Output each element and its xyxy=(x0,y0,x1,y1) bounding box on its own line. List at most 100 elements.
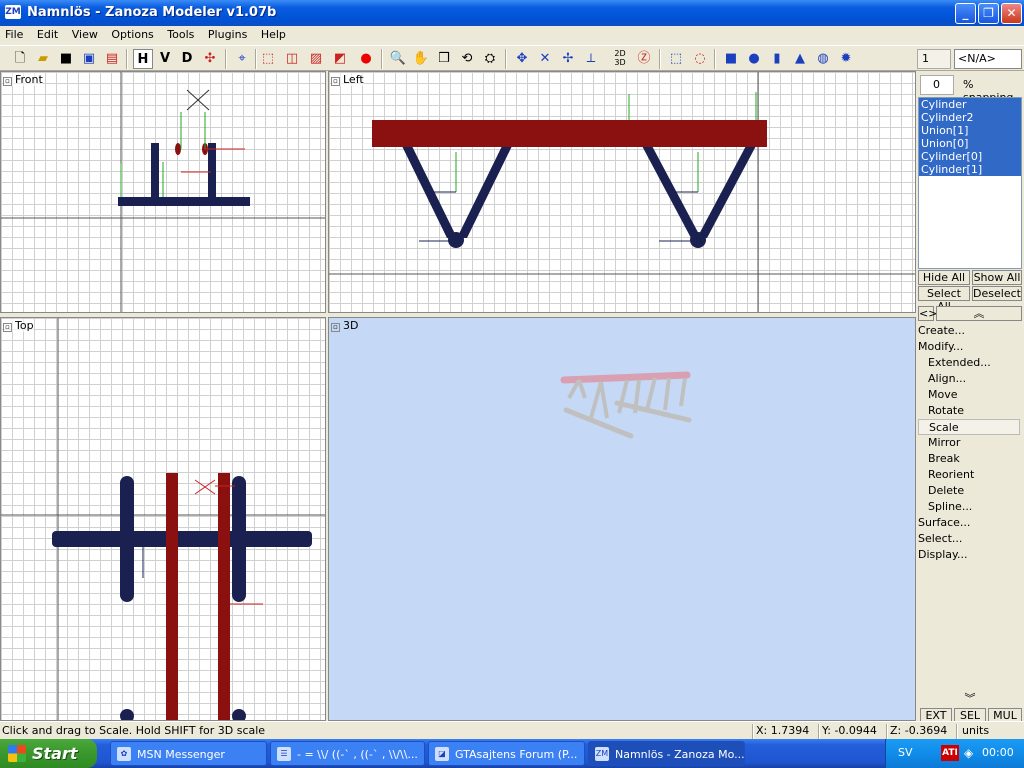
axis-icon[interactable]: ⟂ xyxy=(581,49,601,69)
ati-icon[interactable]: ATI xyxy=(941,745,959,761)
command-modify[interactable]: Modify... xyxy=(918,339,1020,355)
maximize-button[interactable]: ❐ xyxy=(978,3,999,24)
list-item[interactable]: Cylinder2 xyxy=(919,111,1021,124)
scroll-up-icon[interactable]: ︽ xyxy=(936,306,1022,321)
menu-plugins[interactable]: Plugins xyxy=(203,26,252,43)
cube-icon[interactable]: ❒ xyxy=(434,49,454,69)
list-item[interactable]: Cylinder[1] xyxy=(919,163,1021,176)
red-box-icon[interactable]: ◩ xyxy=(330,49,350,69)
2d-3d-icon[interactable]: 2D 3D xyxy=(610,49,630,69)
gear-prim-icon[interactable]: ✹ xyxy=(836,49,856,69)
viewport-left-label: ▫ Left xyxy=(331,73,364,86)
zoom-icon[interactable]: 🔍 xyxy=(388,49,408,69)
select-rect-icon[interactable]: ⬚ xyxy=(666,49,686,69)
cone-prim-icon[interactable]: ▲ xyxy=(790,49,810,69)
box-icon[interactable]: ◫ xyxy=(282,49,302,69)
select-all-button[interactable]: Select All xyxy=(918,286,970,313)
menu-options[interactable]: Options xyxy=(106,26,158,43)
export-icon[interactable]: ▤ xyxy=(102,49,122,69)
view-v-button[interactable]: V xyxy=(155,49,175,69)
cube-prim-icon[interactable]: ■ xyxy=(721,49,741,69)
command-extended[interactable]: Extended... xyxy=(918,355,1020,371)
pin-icon[interactable]: ▫ xyxy=(3,77,12,86)
right-panel: 0 % snapping Cylinder Cylinder2 Union[1]… xyxy=(916,71,1024,723)
taskbar-item-chat[interactable]: ☰ - = \\/ ((-` , ((-` , \\/\\... xyxy=(270,741,425,766)
viewport-left[interactable]: ▫ Left xyxy=(328,71,916,313)
taskbar-item-zanoza[interactable]: ZM Namnlös - Zanoza Mo... xyxy=(588,741,745,766)
new-file-icon[interactable]: 🗋 xyxy=(10,49,30,69)
command-scale[interactable]: Scale xyxy=(918,419,1020,435)
torus-prim-icon[interactable]: ◍ xyxy=(813,49,833,69)
deselect-button[interactable]: Deselect xyxy=(972,286,1022,301)
layer-name-field[interactable]: <N/A> xyxy=(954,49,1022,69)
sphere-icon[interactable]: ● xyxy=(356,49,376,69)
command-mirror[interactable]: Mirror xyxy=(918,435,1020,451)
minimize-button[interactable]: _ xyxy=(955,3,976,24)
command-reorient[interactable]: Reorient xyxy=(918,467,1020,483)
command-create[interactable]: Create... xyxy=(918,323,1020,339)
rotate-axis-icon[interactable]: ✢ xyxy=(558,49,578,69)
command-surface[interactable]: Surface... xyxy=(918,515,1020,531)
menu-help[interactable]: Help xyxy=(256,26,291,43)
solid-box-icon[interactable]: ▨ xyxy=(306,49,326,69)
close-button[interactable]: ✕ xyxy=(1001,3,1022,24)
open-folder-icon[interactable]: ▰ xyxy=(33,49,53,69)
toolbar-separator xyxy=(505,49,507,69)
command-align[interactable]: Align... xyxy=(918,371,1020,387)
move-icon[interactable]: ✥ xyxy=(512,49,532,69)
pin-icon[interactable]: ▫ xyxy=(3,323,12,332)
preview-icon[interactable]: ⛭ xyxy=(480,49,500,69)
wire-box-icon[interactable]: ⬚ xyxy=(258,49,278,69)
rotate-icon[interactable]: ⟲ xyxy=(457,49,477,69)
command-rotate[interactable]: Rotate xyxy=(918,403,1020,419)
layer-spinner[interactable]: 1 xyxy=(917,49,951,69)
select-circle-icon[interactable]: ◌ xyxy=(690,49,710,69)
viewport-front[interactable]: ▫ Front xyxy=(0,71,326,313)
list-item[interactable]: Cylinder[0] xyxy=(919,150,1021,163)
viewport-top[interactable]: ▫ Top xyxy=(0,317,326,721)
axes-icon[interactable]: ✣ xyxy=(200,49,220,69)
snap-spinner[interactable]: 0 xyxy=(920,75,954,95)
network-icon[interactable]: ◈ xyxy=(964,746,973,760)
taskbar-item-forum[interactable]: ◪ GTAsajtens Forum (P... xyxy=(428,741,585,766)
view-d-button[interactable]: D xyxy=(177,49,197,69)
list-item[interactable]: Union[1] xyxy=(919,124,1021,137)
pin-icon[interactable]: ▫ xyxy=(331,323,340,332)
hide-all-button[interactable]: Hide All xyxy=(918,270,970,285)
viewport-3d[interactable]: ▫ 3D xyxy=(328,317,916,721)
list-item[interactable]: Cylinder xyxy=(919,98,1021,111)
list-item[interactable]: Union[0] xyxy=(919,137,1021,150)
status-bar: Click and drag to Scale. Hold SHIFT for … xyxy=(0,721,1024,740)
front-scene xyxy=(1,72,325,312)
save-as-icon[interactable]: ▣ xyxy=(79,49,99,69)
sphere-prim-icon[interactable]: ● xyxy=(744,49,764,69)
menu-tools[interactable]: Tools xyxy=(162,26,199,43)
command-move[interactable]: Move xyxy=(918,387,1020,403)
start-button[interactable]: Start xyxy=(0,739,97,768)
command-delete[interactable]: Delete xyxy=(918,483,1020,499)
pan-hand-icon[interactable]: ✋ xyxy=(411,49,431,69)
save-icon[interactable]: ■ xyxy=(56,49,76,69)
command-spline[interactable]: Spline... xyxy=(918,499,1020,515)
show-all-button[interactable]: Show All xyxy=(972,270,1022,285)
language-indicator[interactable]: SV xyxy=(898,746,913,759)
clock[interactable]: 00:00 xyxy=(982,746,1014,759)
pin-icon[interactable]: ▫ xyxy=(331,77,340,86)
taskbar: Start ✿ MSN Messenger ☰ - = \\/ ((-` , ((-… xyxy=(0,739,1024,768)
command-select[interactable]: Select... xyxy=(918,531,1020,547)
z-icon[interactable]: Ⓩ xyxy=(634,49,654,69)
menu-edit[interactable]: Edit xyxy=(32,26,63,43)
command-display[interactable]: Display... xyxy=(918,547,1020,563)
taskbar-item-msn[interactable]: ✿ MSN Messenger xyxy=(110,741,267,766)
command-break[interactable]: Break xyxy=(918,451,1020,467)
object-list[interactable]: Cylinder Cylinder2 Union[1] Union[0] Cyl… xyxy=(918,97,1022,269)
menu-file[interactable]: File xyxy=(0,26,28,43)
scroll-down-icon[interactable]: ︾ xyxy=(930,692,1010,707)
status-x: X: 1.7394 xyxy=(756,724,810,737)
nav-toggle-button[interactable]: <> xyxy=(918,306,937,321)
scale-icon[interactable]: ✕ xyxy=(535,49,555,69)
view-h-button[interactable]: H xyxy=(133,49,153,69)
menu-view[interactable]: View xyxy=(67,26,103,43)
cylinder-prim-icon[interactable]: ▮ xyxy=(767,49,787,69)
vertex-icon[interactable]: ⌖ xyxy=(232,49,252,69)
